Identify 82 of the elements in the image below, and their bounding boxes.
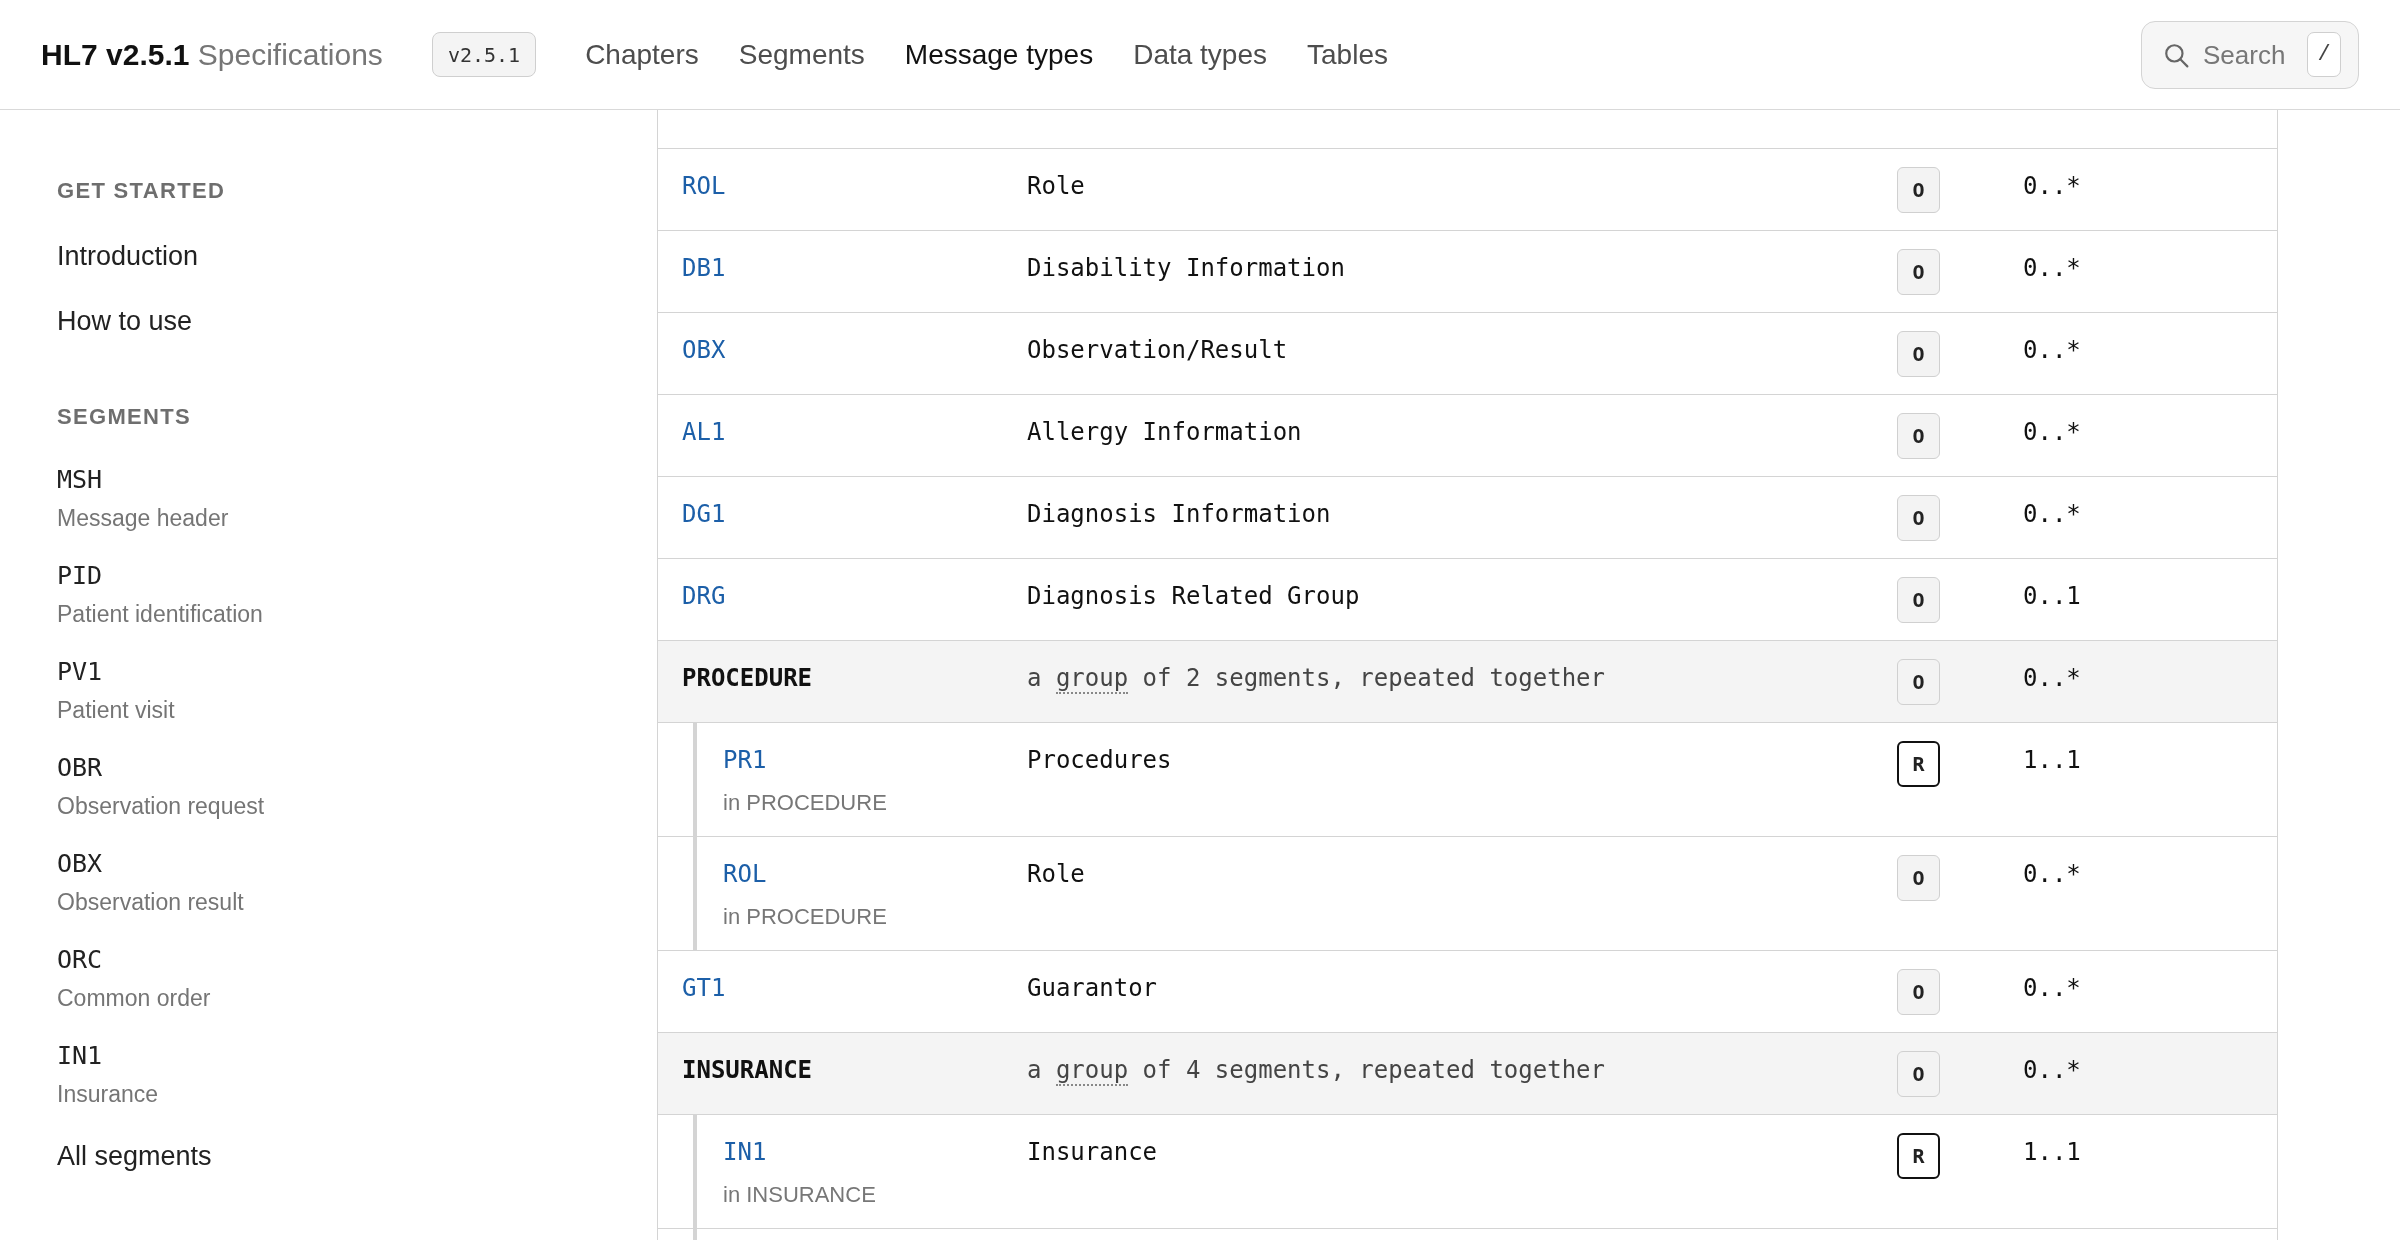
group-term[interactable]: group	[1055, 1056, 1129, 1086]
group-note: in PROCEDURE	[723, 789, 887, 817]
group-note: in INSURANCE	[723, 1181, 876, 1209]
cardinality: 0..1	[2023, 581, 2081, 611]
cardinality: 0..*	[2023, 253, 2081, 283]
segment-code-link[interactable]: PID	[57, 560, 103, 592]
segment-link[interactable]: PR1	[723, 745, 767, 775]
section-heading: SEGMENTS	[57, 403, 192, 431]
search-button[interactable]: Search /	[2141, 20, 2359, 89]
sidebar-link[interactable]: How to use	[57, 303, 193, 339]
segment-name-link[interactable]: Patient identification	[57, 599, 263, 629]
segment-description: Disability Information	[1027, 253, 1345, 283]
optionality-badge: O	[1897, 495, 1940, 541]
segment-code-link[interactable]: OBX	[57, 848, 103, 880]
optionality-badge: O	[1897, 855, 1940, 901]
optionality-badge: O	[1897, 1051, 1940, 1097]
segment-code-link[interactable]: PV1	[57, 656, 103, 688]
segment-name-link[interactable]: Insurance	[57, 1079, 158, 1109]
segment-description: Procedures	[1027, 745, 1172, 775]
group-name: INSURANCE	[682, 1055, 813, 1085]
group-description: a group of 4 segments, repeated together	[1027, 1055, 1605, 1085]
version-badge: v2.5.1	[431, 32, 537, 77]
group-term[interactable]: group	[1055, 664, 1129, 694]
cardinality: 1..1	[2023, 745, 2081, 775]
search-icon	[2163, 41, 2189, 68]
cardinality: 0..*	[2023, 499, 2081, 529]
shortcut-key: /	[2307, 32, 2341, 77]
segment-link[interactable]: ROL	[723, 859, 767, 889]
nav-link[interactable]: Segments	[738, 36, 865, 73]
segment-code-link[interactable]: MSH	[57, 464, 103, 496]
cardinality: 0..*	[2023, 171, 2081, 201]
sidebar-link[interactable]: All segments	[57, 1138, 212, 1174]
segment-description: Guarantor	[1027, 973, 1158, 1003]
optionality-badge: O	[1897, 167, 1940, 213]
nav-link[interactable]: Tables	[1307, 36, 1388, 73]
segment-description: Diagnosis Related Group	[1027, 581, 1360, 611]
segment-link[interactable]: AL1	[682, 417, 726, 447]
segment-link[interactable]: OBX	[682, 335, 726, 365]
optionality-badge: O	[1897, 331, 1940, 377]
segment-name-link[interactable]: Patient visit	[57, 695, 175, 725]
cardinality: 0..*	[2023, 1055, 2081, 1085]
segment-description: Diagnosis Information	[1027, 499, 1331, 529]
nav-link[interactable]: Chapters	[585, 36, 699, 73]
group-note: in PROCEDURE	[723, 903, 887, 931]
segment-code-link[interactable]: IN1	[57, 1040, 103, 1072]
sidebar-link[interactable]: Introduction	[57, 238, 199, 274]
section-heading: GET STARTED	[57, 177, 226, 205]
segment-link[interactable]: DRG	[682, 581, 726, 611]
cardinality: 0..*	[2023, 417, 2081, 447]
segment-description: Role	[1027, 171, 1085, 201]
cardinality: 1..1	[2023, 1137, 2081, 1167]
segment-link[interactable]: DG1	[682, 499, 726, 529]
segment-description: Allergy Information	[1027, 417, 1302, 447]
cardinality: 0..*	[2023, 663, 2081, 693]
optionality-badge: O	[1897, 969, 1940, 1015]
cardinality: 0..*	[2023, 859, 2081, 889]
cardinality: 0..*	[2023, 973, 2081, 1003]
cardinality: 0..*	[2023, 335, 2081, 365]
group-description: a group of 2 segments, repeated together	[1027, 663, 1605, 693]
segment-name-link[interactable]: Observation result	[57, 887, 244, 917]
segment-description: Observation/Result	[1027, 335, 1288, 365]
group-name: PROCEDURE	[682, 663, 813, 693]
site-title-link[interactable]: HL7 v2.5.1 Specifications	[41, 35, 383, 74]
segment-name-link[interactable]: Message header	[57, 503, 229, 533]
nav-link[interactable]: Data types	[1133, 36, 1267, 73]
segment-name-link[interactable]: Observation request	[57, 791, 265, 821]
segment-link[interactable]: IN1	[723, 1137, 767, 1167]
segment-code-link[interactable]: OBR	[57, 752, 103, 784]
segment-code-link[interactable]: ORC	[57, 944, 103, 976]
segment-link[interactable]: ROL	[682, 171, 726, 201]
segment-link[interactable]: GT1	[682, 973, 726, 1003]
optionality-badge: O	[1897, 413, 1940, 459]
nav-link[interactable]: Message types	[904, 36, 1094, 73]
segment-description: Insurance	[1027, 1137, 1158, 1167]
optionality-badge: R	[1897, 741, 1940, 787]
optionality-badge: O	[1897, 659, 1940, 705]
optionality-badge: R	[1897, 1133, 1940, 1179]
segment-link[interactable]: DB1	[682, 253, 726, 283]
optionality-badge: O	[1897, 577, 1940, 623]
segment-description: Role	[1027, 859, 1085, 889]
segment-name-link[interactable]: Common order	[57, 983, 211, 1013]
optionality-badge: O	[1897, 249, 1940, 295]
